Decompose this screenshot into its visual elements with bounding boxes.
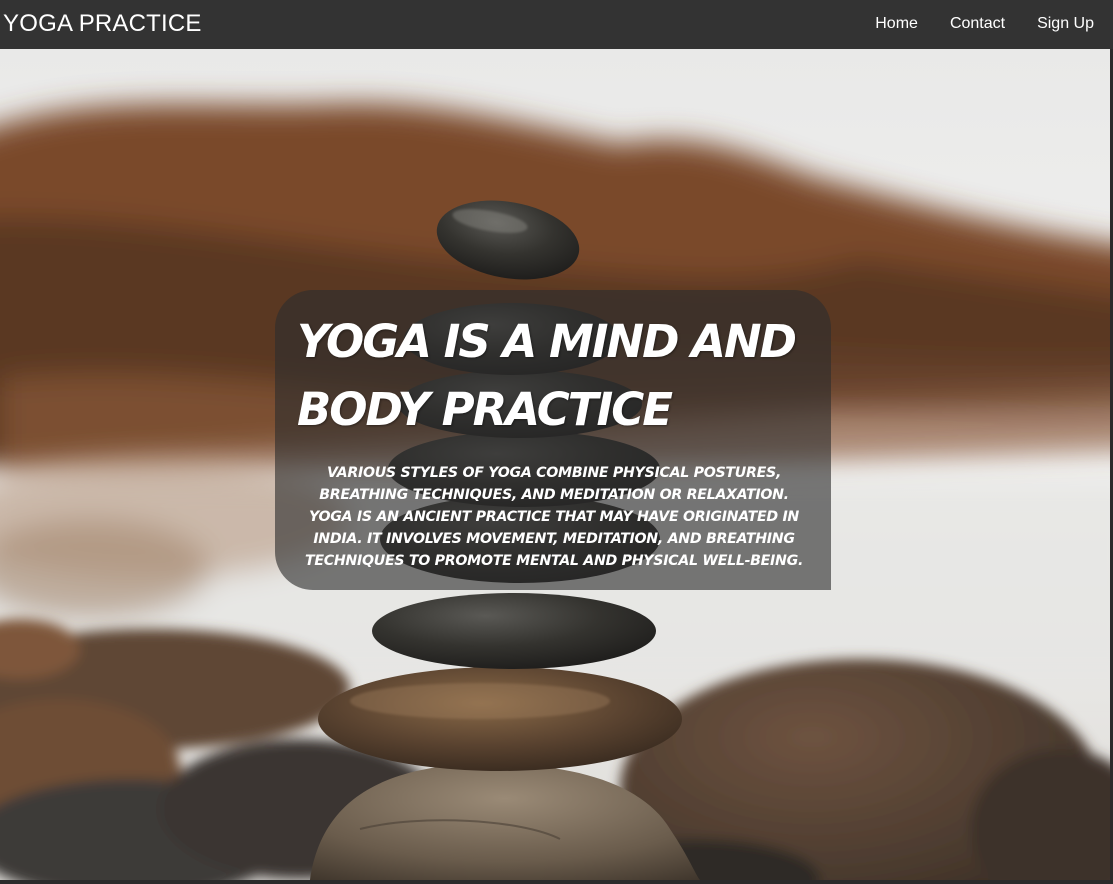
top-navbar: YOGA PRACTICE Home Contact Sign Up: [0, 0, 1113, 49]
page: YOGA PRACTICE Home Contact Sign Up YOGA …: [0, 0, 1113, 884]
nav-links: Home Contact Sign Up: [875, 14, 1094, 33]
hero-description: VARIOUS STYLES OF YOGA COMBINE PHYSICAL …: [304, 465, 804, 569]
window-edge-bottom: [0, 880, 1113, 884]
site-brand[interactable]: YOGA PRACTICE: [3, 10, 202, 38]
nav-link-signup[interactable]: Sign Up: [1037, 14, 1094, 33]
nav-link-contact[interactable]: Contact: [950, 14, 1005, 33]
hero-title: YOGA IS A MIND AND BODY PRACTICE: [297, 315, 797, 436]
nav-link-home[interactable]: Home: [875, 14, 918, 33]
hero-card: YOGA IS A MIND AND BODY PRACTICE VARIOUS…: [275, 290, 831, 590]
